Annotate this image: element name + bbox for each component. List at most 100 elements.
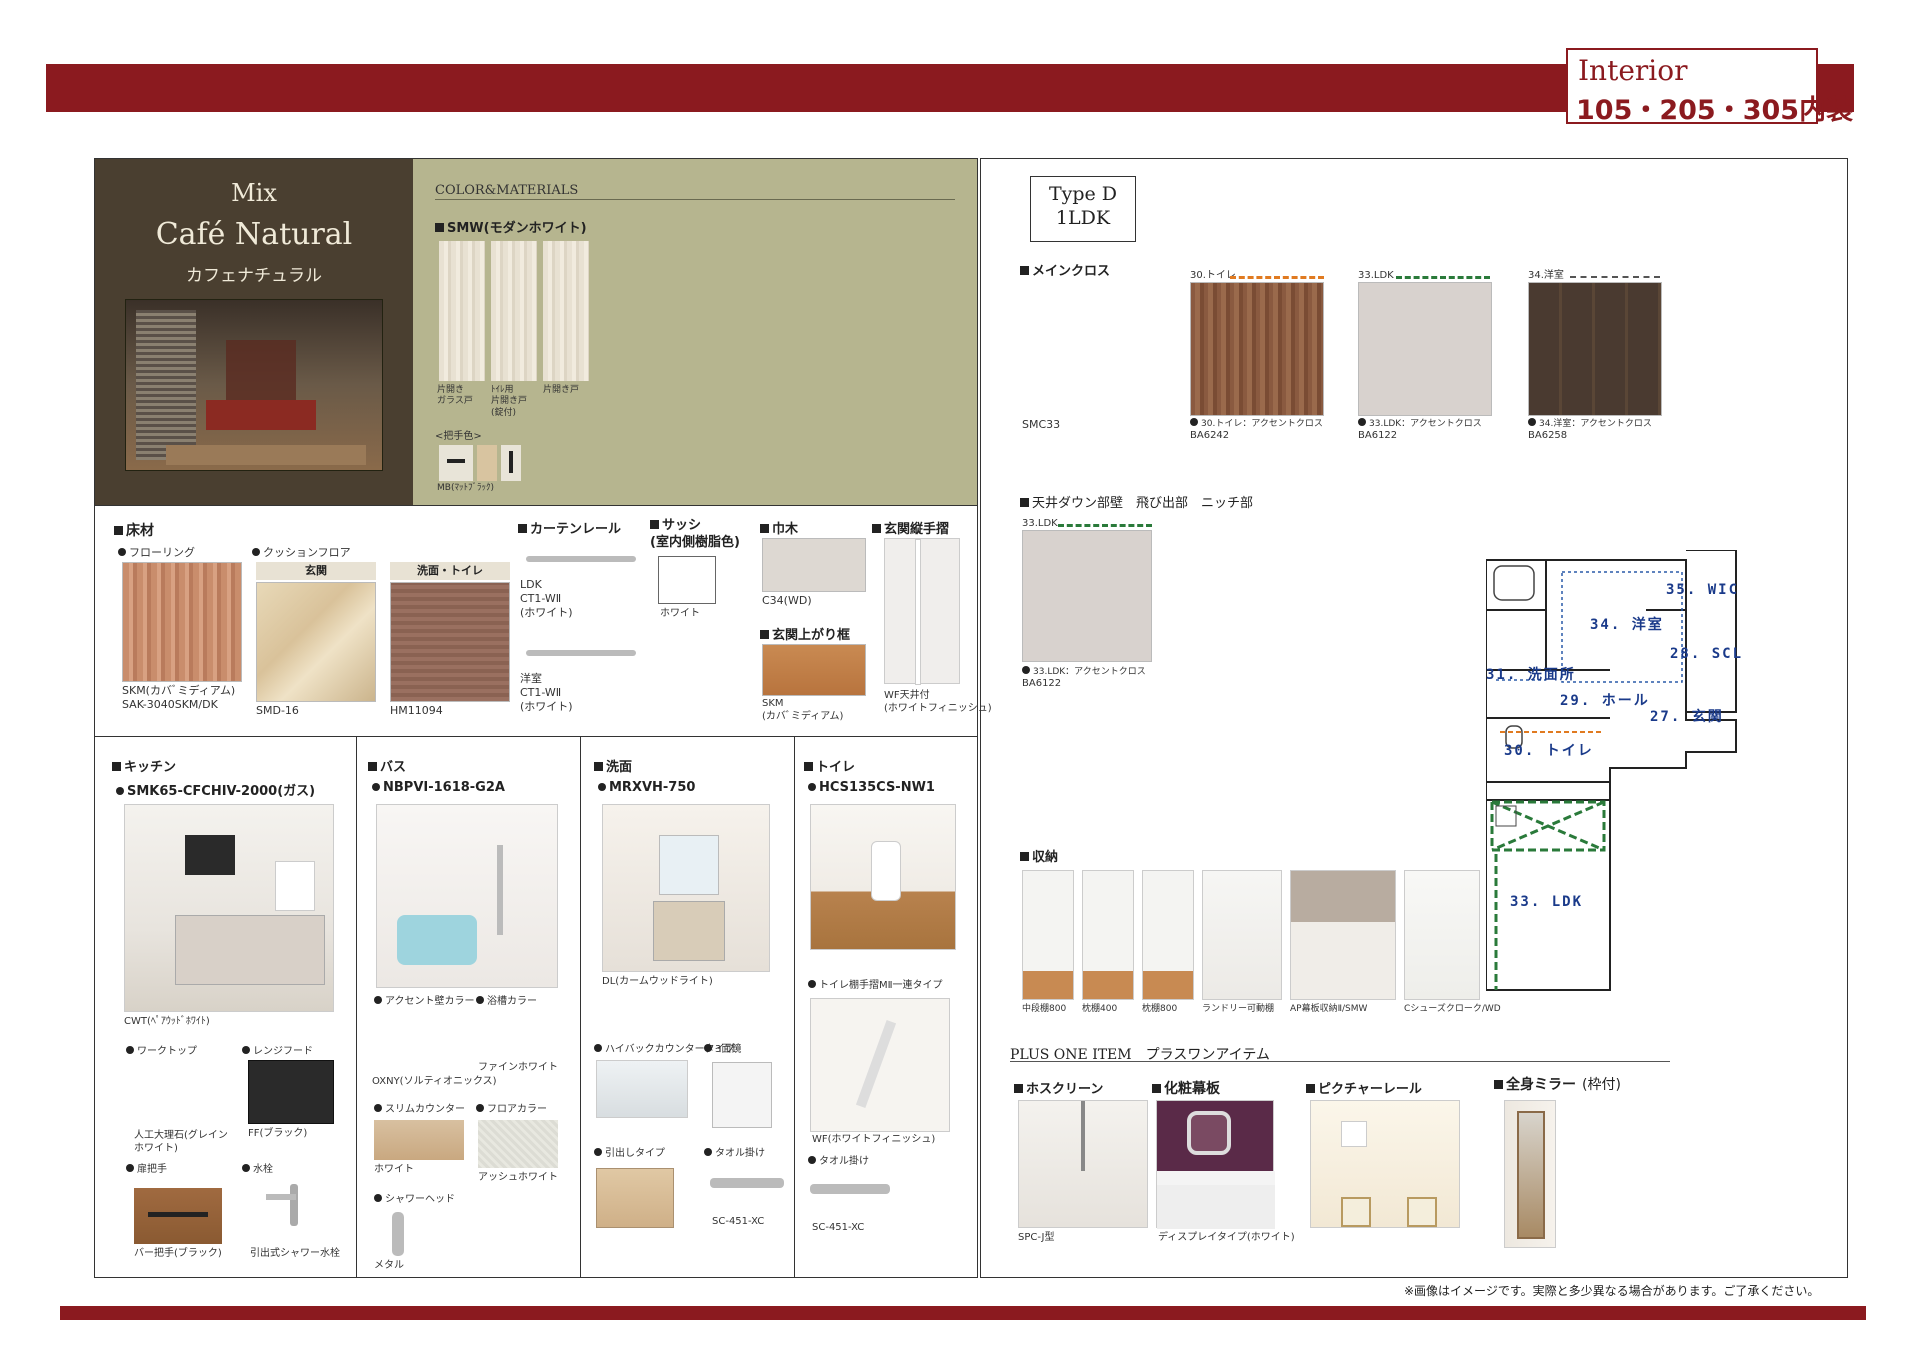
materials-divider: [435, 199, 955, 200]
toilet-model-text: HCS135CS-NW1: [819, 780, 935, 795]
floor-heading-text: 床材: [126, 523, 154, 539]
accent-room-2: 34.洋室: [1528, 270, 1564, 281]
plus-item-1: 化粧幕板: [1152, 1078, 1220, 1098]
handrail-heading: 玄関縦手摺: [872, 518, 949, 537]
accent-room-1: 33.LDK: [1358, 270, 1394, 281]
toilet-shelf-label-text: トイレ棚手摺MⅡ一連タイプ: [819, 980, 943, 991]
accent-label-1-text: 33.LDK：アクセントクロス: [1369, 419, 1482, 429]
curtain-rail-youshitsu: [526, 650, 636, 656]
storage-photo-3: [1202, 870, 1282, 1000]
cushion-label: クッションフロア: [252, 546, 351, 560]
washroom-photo: [602, 804, 770, 972]
room-toilet: 30. トイレ: [1504, 743, 1594, 759]
plus-item-1-value: ディスプレイタイプ(ホワイト): [1158, 1232, 1295, 1243]
storage-label-1: 枕棚400: [1082, 1004, 1118, 1014]
ceiling-label-text: 33.LDK：アクセントクロス: [1033, 667, 1146, 677]
wash-towel-label-text: タオル掛け: [715, 1148, 765, 1159]
washroom-model: MRXVH-750: [598, 780, 695, 795]
plus-item-0-value: SPC-J型: [1018, 1232, 1055, 1243]
toilet-towel-code: SC-451-XC: [812, 1222, 865, 1233]
accent-wall-label-text: アクセント壁カラー: [385, 996, 475, 1007]
plus-item-3: 全身ミラー (枠付): [1494, 1074, 1621, 1094]
ceiling-heading: 天井ダウン部壁 飛び出部 ニッチ部: [1020, 492, 1253, 511]
curtain-rail-ldk: [526, 556, 636, 562]
left-divider-2: [95, 736, 977, 737]
header-title-en: Interior: [1578, 54, 1688, 87]
door-handle-label-text: 扉把手: [137, 1164, 167, 1175]
toilet-towel-label-text: タオル掛け: [819, 1156, 869, 1167]
washroom-color: DL(カームウッドライト): [602, 976, 713, 987]
three-mirror-label-text: 3面鏡: [715, 1044, 742, 1055]
accent-line-0: [1230, 276, 1324, 279]
hood-value: FF(ブラック): [248, 1128, 308, 1139]
agari-code: SKM (カバﾞミディアム): [762, 698, 844, 722]
bath-model: NBPVI-1618-G2A: [372, 780, 505, 795]
drawer-label-text: 引出しタイプ: [605, 1148, 665, 1159]
curtain-youshitsu: 洋室 CT1-WⅡ (ホワイト): [520, 672, 573, 713]
wash-towel-label: タオル掛け: [704, 1148, 765, 1161]
agari-heading: 玄関上がり框: [760, 624, 850, 643]
room-scl: 28. SCL: [1670, 646, 1744, 662]
col-div-1: [356, 737, 357, 1277]
concept-panel: Mix Café Natural カフェナチュラル: [95, 159, 413, 505]
accent-label-1: 33.LDK：アクセントクロス: [1358, 418, 1482, 430]
materials-heading: COLOR&MATERIALS: [435, 183, 579, 198]
door-label-1: ﾄｲﾚ用 片開き戸 (錠付): [491, 385, 528, 418]
col-div-3: [794, 737, 795, 1277]
accent-swatch-1: [1358, 282, 1492, 416]
plus-item-3-value: (枠付): [1582, 1077, 1621, 1093]
storage-photo-2: [1142, 870, 1194, 1000]
room-genkan: 27. 玄関: [1650, 709, 1724, 725]
agari-swatch: [762, 644, 866, 696]
shower-head-value: メタル: [374, 1260, 404, 1271]
type-box: Type D 1LDK: [1030, 176, 1136, 242]
handrail-photo: [884, 538, 960, 685]
layout-label: 1LDK: [1055, 207, 1111, 229]
slim-counter-label: スリムカウンター: [374, 1104, 465, 1117]
door-heading: SMW(モダンホワイト): [435, 217, 587, 236]
accent-line-2: [1570, 276, 1660, 278]
habaki-heading-text: 巾木: [772, 522, 799, 537]
storage-photo-5: [1404, 870, 1480, 1000]
slim-counter-label-text: スリムカウンター: [385, 1104, 465, 1115]
cushion-label-text: クッションフロア: [263, 546, 351, 559]
faucet-label-text: 水栓: [253, 1164, 273, 1175]
ceiling-code: BA6122: [1022, 678, 1062, 689]
wash-towel-code: SC-451-XC: [712, 1216, 765, 1227]
faucet-photo: [252, 1184, 332, 1244]
header-title-box: Interior 105・205・305内装: [1566, 48, 1853, 126]
accent-code-1: BA6122: [1358, 430, 1398, 441]
main-cloth-code: SMC33: [1022, 418, 1061, 431]
hood-label: レンジフード: [242, 1046, 313, 1059]
faucet-value: 引出式シャワー水栓: [250, 1248, 340, 1259]
footnote: ※画像はイメージです。実際と多少異なる場合があります。ご了承ください。: [1404, 1284, 1820, 1298]
toilet-shelf-label: トイレ棚手摺MⅡ一連タイプ: [808, 980, 943, 993]
toilet-floor-tag: 洗面・トイレ: [390, 562, 510, 580]
toilet-model: HCS135CS-NW1: [808, 780, 935, 795]
ceiling-line: [1058, 524, 1152, 527]
col-div-2: [580, 737, 581, 1277]
genkan-swatch: [256, 582, 376, 702]
tub-value: ファインホワイト: [478, 1062, 558, 1073]
washroom-model-text: MRXVH-750: [609, 780, 696, 795]
room-senmenjo: 31. 洗面所: [1486, 667, 1576, 683]
toilet-floor-code: HM11094: [390, 704, 443, 717]
ceiling-label: 33.LDK：アクセントクロス: [1022, 666, 1146, 678]
plus-item-2: ピクチャーレール: [1306, 1078, 1422, 1097]
type-label: Type D: [1048, 183, 1118, 205]
handle-heading: <把手色>: [435, 431, 482, 442]
plus-item-2-name: ピクチャーレール: [1318, 1082, 1422, 1097]
floor-plan: 35. WIC 34. 洋室 28. SCL 31. 洗面所 29. ホール 2…: [1485, 549, 1741, 1010]
ceiling-swatch: [1022, 530, 1152, 662]
worktop-value: 人工大理石(グレイン ホワイト): [134, 1130, 228, 1154]
storage-row: 中段棚800 枕棚400 枕棚800 ランドリー可動棚 AP幕板収納Ⅱ/SMW Cシューズ…: [1022, 870, 1501, 1016]
concept-mix: Mix: [231, 179, 277, 207]
ceiling-heading-text: 天井ダウン部壁 飛び出部 ニッチ部: [1032, 496, 1254, 511]
sash-heading: サッシ (室内側樹脂色): [650, 518, 740, 552]
plus-item-0-name: ホスクリーン: [1026, 1082, 1104, 1097]
flooring-swatch: [122, 562, 242, 682]
plus-item-1-name: 化粧幕板: [1164, 1081, 1220, 1097]
accent-swatch-2: [1528, 282, 1662, 416]
wash-towel-photo: [710, 1178, 784, 1188]
handle-swatch-1: [439, 445, 473, 481]
